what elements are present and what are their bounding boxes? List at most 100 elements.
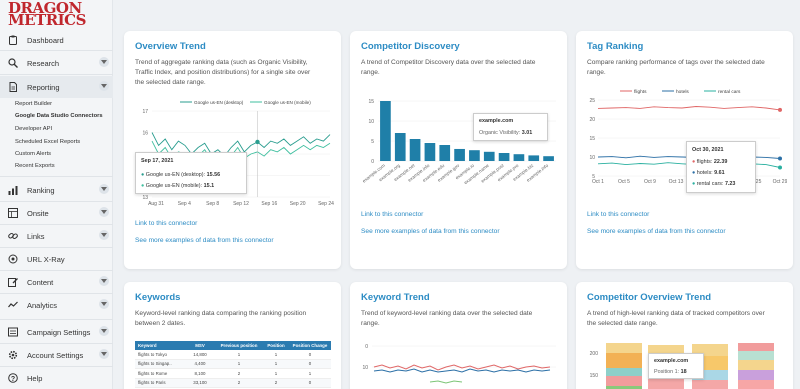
sidebar-item-label: Research: [27, 58, 60, 68]
table-cell: 2: [237, 380, 241, 386]
tag-ranking-card: Tag Ranking Compare ranking performance …: [576, 31, 793, 269]
sidebar-subitem-custom-alerts[interactable]: Custom Alerts: [15, 151, 51, 157]
sliders-icon: [8, 327, 18, 337]
grid-icon: [8, 208, 18, 218]
competitor-overview-tooltip: example.com Position 1: 18: [648, 353, 704, 379]
sidebar-item-url-xray[interactable]: URL X-Ray: [0, 248, 113, 270]
sidebar-item-account-settings[interactable]: Account Settings: [0, 344, 113, 366]
x-tick: Oct 9: [644, 179, 656, 185]
chevron-down-icon[interactable]: [99, 230, 109, 240]
link-to-connector[interactable]: Link to this connector: [587, 211, 649, 218]
table-header: Keyword MSV Previous position Position P…: [135, 341, 331, 350]
sidebar-item-links[interactable]: Links: [0, 225, 113, 247]
bar: [469, 150, 480, 161]
table-cell: 2: [237, 370, 241, 376]
tag-tooltip: Oct 30, 2021 ● flights: 22.39 ● hotels: …: [686, 141, 756, 193]
x-tick: Sep 12: [233, 201, 249, 207]
bar: [454, 148, 465, 161]
stacked-bar: [606, 343, 642, 389]
y-tick: 200: [590, 351, 599, 357]
link-to-connector[interactable]: Link to this connector: [135, 220, 197, 227]
table-cell: 1: [274, 370, 278, 376]
chevron-down-icon[interactable]: [99, 299, 109, 309]
y-tick: 17: [142, 109, 148, 115]
see-more-examples-link[interactable]: See more examples of data from this conn…: [587, 228, 726, 235]
card-title: Keyword Trend: [361, 292, 430, 303]
keyword-series-red: [373, 364, 551, 371]
card-description: Trend of keyword-level ranking data over…: [361, 310, 533, 327]
chevron-down-icon[interactable]: [99, 276, 109, 286]
sidebar-item-onsite[interactable]: Onsite: [0, 202, 113, 224]
sidebar-subitem-gds-connectors[interactable]: Google Data Studio Connectors: [15, 113, 103, 119]
chevron-down-icon[interactable]: [99, 81, 109, 91]
bar: [409, 139, 421, 161]
chevron-down-icon[interactable]: [99, 349, 109, 359]
legend-label: rental cars: [718, 89, 741, 95]
xray-icon: [8, 254, 18, 264]
link-to-connector[interactable]: Link to this connector: [361, 211, 423, 218]
y-tick: 10: [589, 155, 595, 161]
sidebar-item-help[interactable]: ? Help: [0, 367, 113, 389]
series-line: [597, 106, 781, 111]
chevron-down-icon[interactable]: [99, 184, 109, 194]
sidebar-subitem-scheduled-excel[interactable]: Scheduled Excel Reports: [15, 139, 80, 145]
table-cell: flights to Singap..: [138, 361, 172, 367]
sidebar-item-research[interactable]: Research: [0, 52, 113, 74]
see-more-examples-link[interactable]: See more examples of data from this conn…: [135, 237, 274, 244]
table-cell: 1: [237, 361, 241, 367]
competitor-discovery-card: Competitor Discovery A trend of Competit…: [350, 31, 567, 269]
data-point: [778, 165, 782, 170]
sidebar-subitem-developer-api[interactable]: Developer API: [15, 126, 52, 132]
card-description: A trend of Competitor Discovery data ove…: [361, 59, 536, 76]
sidebar-item-campaign-settings[interactable]: Campaign Settings: [0, 321, 113, 343]
y-tick: 15: [589, 136, 595, 142]
legend-label: flights: [634, 89, 647, 95]
legend-desktop: Google us-EN (desktop): [194, 100, 244, 105]
bar-chart-icon: [8, 186, 18, 195]
sidebar-item-ranking[interactable]: Ranking: [0, 179, 113, 201]
bar: [439, 145, 451, 161]
legend-label: hotels: [676, 89, 689, 95]
sidebar-item-label: Onsite: [27, 208, 49, 218]
sidebar-subitem-report-builder[interactable]: Report Builder: [15, 101, 52, 107]
sidebar-item-label: Links: [27, 231, 45, 241]
overview-tooltip: Sep 17, 2021 ● Google us-EN (desktop): 1…: [135, 152, 247, 194]
table-cell: flights to Rome: [138, 370, 168, 376]
table-row: flights to Paris 33,100 2 2 0: [135, 378, 331, 388]
y-tick: 15: [368, 99, 374, 105]
sidebar-item-content[interactable]: Content: [0, 271, 113, 293]
x-tick: Oct 5: [618, 179, 630, 185]
card-description: Compare ranking performance of tags over…: [587, 59, 765, 76]
x-tick: Aug 31: [148, 201, 164, 207]
sidebar-item-label: Analytics: [27, 300, 58, 310]
y-tick: 5: [371, 139, 374, 145]
overview-trend-card: Overview Trend Trend of aggregate rankin…: [124, 31, 341, 269]
bar: [513, 154, 525, 161]
bar: [394, 133, 406, 161]
chevron-down-icon[interactable]: [99, 207, 109, 217]
chevron-down-icon[interactable]: [99, 326, 109, 336]
table-cell: 33,100: [193, 380, 207, 386]
sidebar-subitem-recent-exports[interactable]: Recent Exports: [15, 163, 55, 169]
x-tick: Oct 13: [669, 179, 684, 185]
see-more-examples-link[interactable]: See more examples of data from this conn…: [361, 228, 500, 235]
table-cell: 0: [308, 361, 312, 367]
x-tick: Sep 20: [290, 201, 306, 207]
dragon-metrics-logo[interactable]: DRAGON METRICS: [8, 1, 86, 28]
table-cell: 14,800: [193, 351, 207, 357]
table-cell: 1: [308, 370, 312, 376]
gear-icon: [8, 350, 18, 360]
y-tick: 0: [371, 159, 374, 165]
competitor-discovery-chart: 151050 example.comexample.orgexample.net…: [361, 99, 556, 185]
bar: [380, 101, 391, 161]
sidebar-item-dashboard[interactable]: Dashboard: [0, 29, 113, 51]
table-cell: 1: [274, 361, 278, 367]
sidebar-item-reporting[interactable]: Reporting: [0, 76, 113, 98]
table-cell: 1: [237, 351, 241, 357]
data-point: [778, 107, 782, 112]
sidebar-item-label: Ranking: [27, 185, 55, 195]
legend-mobile: Google us-EN (mobile): [264, 100, 311, 105]
y-tick: 10: [362, 365, 368, 371]
sidebar-item-analytics[interactable]: Analytics: [0, 294, 113, 316]
chevron-down-icon[interactable]: [99, 57, 109, 67]
